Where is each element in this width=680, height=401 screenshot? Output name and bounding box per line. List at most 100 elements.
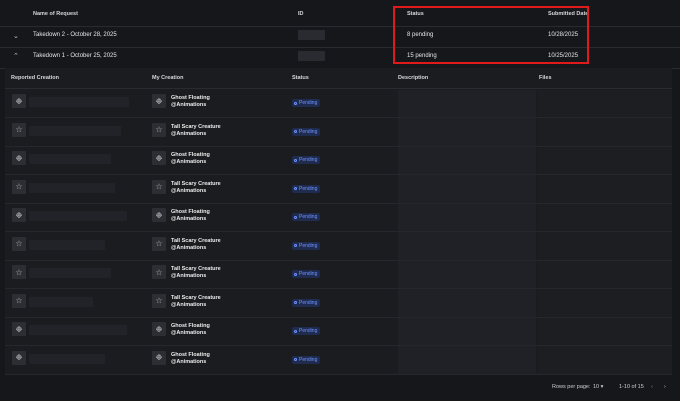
table-row[interactable]: ☆ ☆ Tall Scary Creature @Animations Pending bbox=[5, 289, 672, 318]
table-row[interactable]: ☆ ☆ Tall Scary Creature @Animations Pending bbox=[5, 118, 672, 147]
rows-per-page-select[interactable]: 10 ▾ bbox=[593, 384, 603, 390]
my-creature-icon: ☆ bbox=[152, 265, 166, 279]
reported-ghost-icon: ❉ bbox=[12, 151, 26, 165]
status-badge: Pending bbox=[292, 298, 321, 307]
reported-ghost-icon: ❉ bbox=[12, 94, 26, 108]
header-reported-creation: Reported Creation bbox=[11, 75, 59, 81]
my-creation-label[interactable]: Ghost Floating @Animations bbox=[171, 152, 210, 166]
my-creation-label[interactable]: Tall Scary Creature @Animations bbox=[171, 266, 221, 280]
status-badge: Pending bbox=[292, 99, 321, 107]
pending-icon bbox=[294, 158, 297, 162]
status-badge: Pending bbox=[292, 127, 321, 136]
table-row[interactable]: ❉ ❉ Ghost Floating @Animations Pending bbox=[5, 146, 672, 175]
my-creation-handle: @Animations bbox=[171, 102, 207, 108]
pending-icon bbox=[294, 301, 297, 304]
header-detail-status: Status bbox=[292, 75, 309, 81]
my-creation-label[interactable]: Ghost Floating @Animations bbox=[171, 352, 210, 366]
details-header: Reported Creation My Creation Status Des… bbox=[5, 68, 672, 89]
status-badge: Pending bbox=[292, 355, 321, 364]
status-badge: Pending bbox=[292, 270, 321, 278]
reported-title-redacted bbox=[29, 97, 129, 107]
page-range: 1-10 of 15 bbox=[619, 384, 644, 390]
my-creature-icon: ☆ bbox=[152, 179, 166, 194]
my-creature-icon: ☆ bbox=[152, 236, 166, 251]
request-name: Takedown 2 - October 28, 2025 bbox=[33, 32, 117, 38]
pending-icon bbox=[294, 187, 297, 190]
pending-icon bbox=[294, 130, 297, 133]
table-row[interactable]: ❉ ❉ Ghost Floating @Animations Pending bbox=[5, 317, 672, 346]
reported-creature-icon: ☆ bbox=[12, 293, 26, 308]
table-row[interactable]: ☆ ☆ Tall Scary Creature @Animations Pending bbox=[5, 175, 672, 204]
my-creation-label[interactable]: Ghost Floating @Animations bbox=[171, 209, 210, 223]
reported-title-redacted bbox=[29, 125, 121, 136]
reported-title-redacted bbox=[29, 353, 105, 364]
reported-creature-icon: ☆ bbox=[12, 236, 26, 251]
my-creation-handle: @Animations bbox=[171, 216, 207, 222]
my-ghost-icon: ❉ bbox=[152, 151, 166, 165]
my-creation-handle: @Animations bbox=[171, 358, 207, 365]
my-creation-label[interactable]: Tall Scary Creature @Animations bbox=[171, 181, 221, 195]
pending-icon bbox=[294, 329, 297, 333]
table-row[interactable]: ☆ ☆ Tall Scary Creature @Animations Pending bbox=[5, 232, 672, 261]
reported-title-redacted bbox=[29, 239, 105, 250]
status-text: Pending bbox=[299, 157, 318, 163]
request-details-panel: Reported Creation My Creation Status Des… bbox=[5, 68, 672, 375]
status-text: Pending bbox=[299, 242, 318, 249]
my-creation-handle: @Animations bbox=[171, 330, 207, 336]
pending-icon bbox=[294, 215, 297, 219]
request-name: Takedown 1 - October 25, 2025 bbox=[33, 53, 117, 59]
my-creation-title: Ghost Floating bbox=[171, 152, 210, 158]
my-creation-title: Ghost Floating bbox=[171, 95, 210, 101]
reported-title-redacted bbox=[29, 296, 93, 307]
header-name: Name of Request bbox=[33, 11, 78, 17]
rows-per-page-label: Rows per page: bbox=[552, 384, 591, 390]
pending-icon bbox=[294, 101, 297, 105]
my-creation-handle: @Animations bbox=[171, 244, 207, 251]
my-creation-title: Tall Scary Creature bbox=[171, 266, 221, 272]
my-creation-handle: @Animations bbox=[171, 187, 207, 194]
chevron-down-icon[interactable]: ⌄ bbox=[13, 32, 19, 40]
my-creation-title: Tall Scary Creature bbox=[171, 180, 221, 187]
header-id: ID bbox=[298, 11, 304, 17]
my-ghost-icon: ❉ bbox=[152, 208, 166, 222]
status-text: Pending bbox=[299, 299, 318, 306]
status-text: Pending bbox=[299, 100, 318, 106]
my-creation-title: Ghost Floating bbox=[171, 323, 210, 329]
reported-ghost-icon: ❉ bbox=[12, 322, 26, 336]
my-creation-label[interactable]: Ghost Floating @Animations bbox=[171, 95, 210, 109]
my-creation-title: Ghost Floating bbox=[171, 351, 210, 358]
highlight-box bbox=[393, 6, 589, 64]
reported-title-redacted bbox=[29, 182, 115, 193]
status-badge: Pending bbox=[292, 184, 321, 193]
status-badge: Pending bbox=[292, 241, 321, 250]
my-creature-icon: ☆ bbox=[152, 122, 166, 137]
my-ghost-icon: ❉ bbox=[152, 350, 166, 365]
request-id-redacted bbox=[298, 51, 325, 61]
status-text: Pending bbox=[299, 356, 318, 363]
my-creation-label[interactable]: Tall Scary Creature @Animations bbox=[171, 295, 221, 309]
my-creation-label[interactable]: Tall Scary Creature @Animations bbox=[171, 238, 221, 252]
status-text: Pending bbox=[299, 185, 318, 192]
table-row[interactable]: ❉ ❉ Ghost Floating @Animations Pending bbox=[5, 346, 672, 375]
next-page-icon[interactable]: › bbox=[664, 384, 666, 390]
my-ghost-icon: ❉ bbox=[152, 94, 166, 108]
chevron-up-icon[interactable]: ⌃ bbox=[13, 52, 19, 60]
prev-page-icon[interactable]: ‹ bbox=[651, 384, 653, 390]
my-creation-label[interactable]: Ghost Floating @Animations bbox=[171, 323, 210, 337]
table-row[interactable]: ❉ ❉ Ghost Floating @Animations Pending bbox=[5, 203, 672, 232]
my-ghost-icon: ❉ bbox=[152, 322, 166, 336]
table-row[interactable]: ☆ ☆ Tall Scary Creature @Animations Pending bbox=[5, 260, 672, 289]
pagination: Rows per page: 10 ▾ 1-10 of 15 ‹ › bbox=[0, 378, 680, 398]
header-my-creation: My Creation bbox=[152, 75, 184, 81]
status-badge: Pending bbox=[292, 156, 321, 164]
header-files: Files bbox=[539, 75, 552, 81]
pending-icon bbox=[294, 272, 297, 276]
table-row[interactable]: ❉ ❉ Ghost Floating @Animations Pending bbox=[5, 89, 672, 118]
reported-creature-icon: ☆ bbox=[12, 265, 26, 279]
reported-creature-icon: ☆ bbox=[12, 179, 26, 194]
reported-title-redacted bbox=[29, 154, 111, 164]
my-creation-label[interactable]: Tall Scary Creature @Animations bbox=[171, 124, 221, 138]
my-creation-handle: @Animations bbox=[171, 130, 207, 137]
status-text: Pending bbox=[299, 328, 318, 334]
reported-ghost-icon: ❉ bbox=[12, 350, 26, 365]
